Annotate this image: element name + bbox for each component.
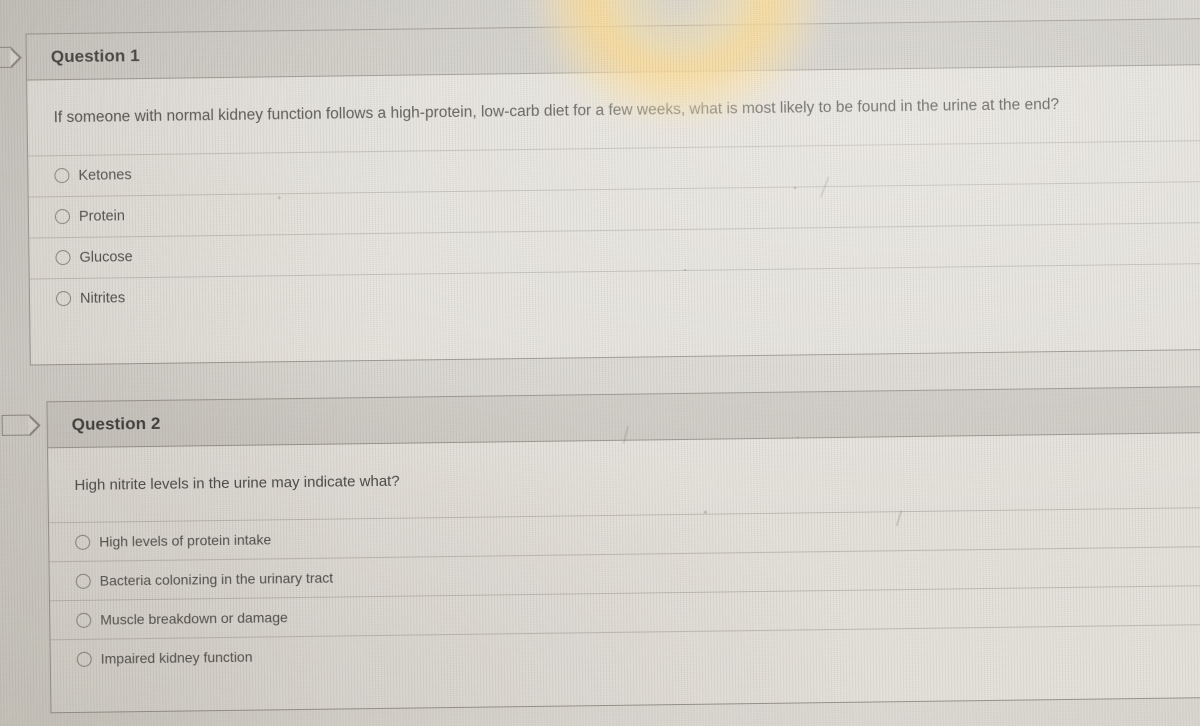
radio-unselected-icon[interactable] <box>55 250 71 266</box>
question-card-2: Question 2 High nitrite levels in the ur… <box>1 384 1200 714</box>
radio-unselected-icon[interactable] <box>54 209 71 225</box>
answer-label: Protein <box>78 208 126 225</box>
answer-label: High levels of protein intake <box>99 531 272 550</box>
answer-label: Nitrites <box>79 290 126 307</box>
answer-label: Muscle breakdown or damage <box>100 609 288 628</box>
answer-label: Bacteria colonizing in the urinary tract <box>99 569 334 589</box>
question-2-body: High nitrite levels in the urine may ind… <box>48 432 1200 679</box>
radio-unselected-icon[interactable] <box>55 291 72 307</box>
radio-unselected-icon[interactable] <box>76 651 92 667</box>
bookmark-flag-icon[interactable] <box>0 46 12 69</box>
question-card-1: Question 1 If someone with normal kidney… <box>0 17 1200 366</box>
question-2-answers: High levels of protein intake Bacteria c… <box>48 506 1200 679</box>
photographed-screen: Question 1 If someone with normal kidney… <box>0 0 1200 726</box>
radio-unselected-icon[interactable] <box>76 612 92 628</box>
question-1-body: If someone with normal kidney function f… <box>27 64 1200 320</box>
question-2-title: Question 2 <box>71 413 161 434</box>
radio-unselected-icon[interactable] <box>75 534 91 550</box>
answer-label: Ketones <box>78 167 132 184</box>
question-1-title: Question 1 <box>50 45 140 66</box>
question-1-answers: Ketones Protein Glucose Nitrites <box>28 139 1200 320</box>
quiz-page: Question 1 If someone with normal kidney… <box>0 0 1200 726</box>
bookmark-flag-icon[interactable] <box>1 414 30 436</box>
answer-label: Glucose <box>79 249 133 266</box>
radio-unselected-icon[interactable] <box>54 168 70 184</box>
radio-unselected-icon[interactable] <box>75 573 91 589</box>
answer-label: Impaired kidney function <box>100 648 253 667</box>
screen-surface: Question 1 If someone with normal kidney… <box>0 0 1200 726</box>
